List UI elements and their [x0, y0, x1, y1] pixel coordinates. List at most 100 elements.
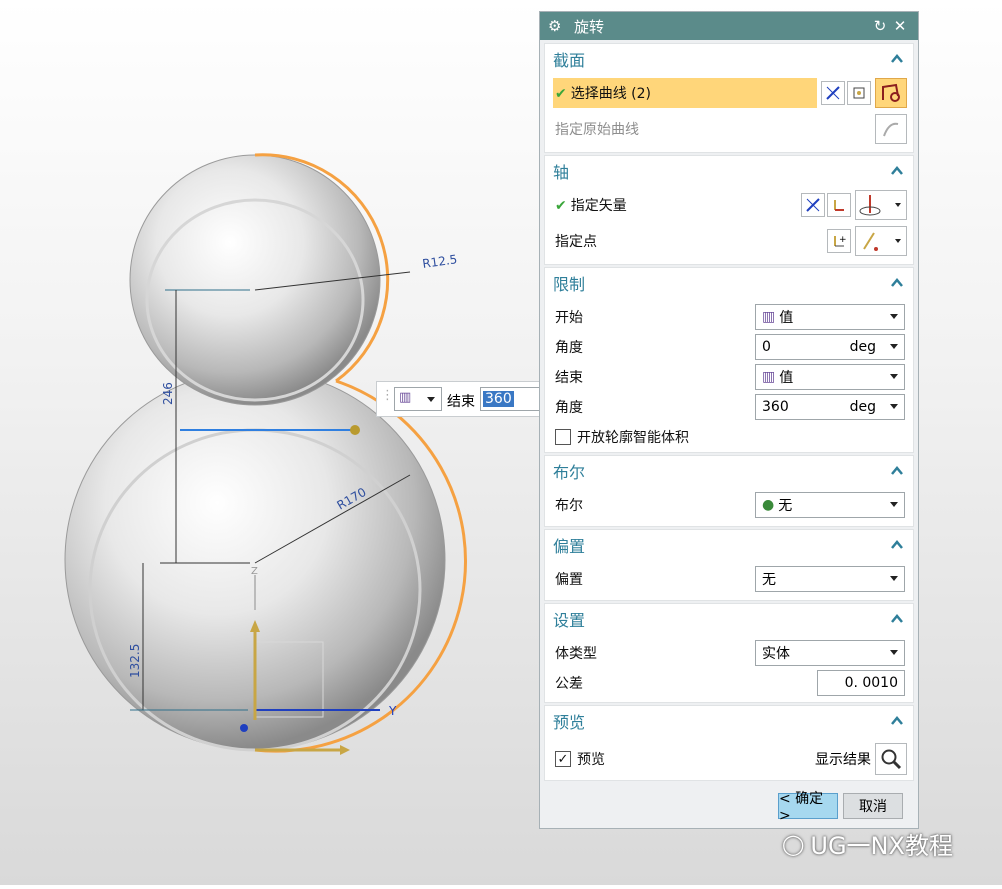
end-type-dropdown[interactable]: ▥ 值 [755, 364, 905, 390]
preview-title: 预览 [553, 713, 586, 732]
watermark-text: UG一NX教程 [810, 832, 953, 860]
body-type-label: 体类型 [555, 646, 597, 662]
origin-curve-icon[interactable] [875, 114, 907, 144]
tolerance-value: 0. 0010 [844, 675, 898, 691]
point-label: 指定点 [555, 234, 597, 250]
tolerance-label: 公差 [555, 676, 583, 692]
boolean-value: 无 [778, 498, 793, 514]
watermark: ◯ UG一NX教程 [782, 826, 953, 861]
select-curve-icon[interactable] [875, 78, 907, 108]
chevron-down-icon [890, 314, 898, 319]
y-axis-label: Y [388, 704, 397, 718]
curve-rule-icon[interactable] [821, 81, 845, 105]
select-curve-label: 选择曲线 (2) [570, 86, 652, 102]
vector-type-dropdown[interactable] [855, 190, 907, 220]
magnifier-icon [881, 749, 902, 770]
start-angle-row: 角度 0 deg [545, 332, 913, 362]
start-angle-input[interactable]: 0 deg [755, 334, 905, 360]
tolerance-input[interactable]: 0. 0010 [817, 670, 905, 696]
axis-header[interactable]: 轴 [545, 156, 913, 186]
grip-icon[interactable]: ⋮ [381, 388, 394, 403]
chevron-down-icon[interactable] [890, 344, 898, 349]
show-result-button[interactable] [875, 743, 907, 775]
preview-checkbox[interactable]: ✓ [555, 751, 571, 767]
gear-icon[interactable]: ⚙ [548, 17, 568, 35]
vector-label: 指定矢量 [570, 198, 627, 214]
select-curve-row[interactable]: ✔ 选择曲线 (2) [545, 78, 913, 108]
section-header[interactable]: 截面 [545, 44, 913, 74]
body-type-value: 实体 [762, 646, 790, 662]
end-row: 结束 ▥ 值 [545, 362, 913, 392]
reset-icon[interactable]: ↻ [870, 17, 890, 35]
axis-title: 轴 [553, 163, 570, 182]
boolean-group: 布尔 布尔 ● 无 [544, 455, 914, 527]
boolean-none-icon: ● [762, 497, 775, 513]
value-icon: ▥ [762, 369, 776, 385]
body-type-dropdown[interactable]: 实体 [755, 640, 905, 666]
open-profile-checkbox[interactable] [555, 429, 571, 445]
chevron-down-icon [890, 576, 898, 581]
chevron-up-icon[interactable] [889, 463, 905, 479]
chevron-up-icon[interactable] [889, 611, 905, 627]
dialog-titlebar: ⚙ 旋转 ↻ ✕ [540, 12, 918, 40]
end-angle-float-toolbar: ⋮ ▥ 结束 360 [376, 381, 541, 417]
vector-dialog-icon[interactable] [827, 193, 851, 217]
boolean-header[interactable]: 布尔 [545, 456, 913, 486]
offset-dropdown[interactable]: 无 [755, 566, 905, 592]
float-end-label: 结束 [447, 394, 475, 410]
point-icon [863, 232, 878, 251]
chevron-up-icon[interactable] [889, 537, 905, 553]
preview-header[interactable]: 预览 [545, 706, 913, 736]
settings-title: 设置 [553, 611, 586, 630]
dim-label-r1[interactable]: R12.5 [421, 252, 458, 271]
chevron-up-icon[interactable] [889, 163, 905, 179]
offset-header[interactable]: 偏置 [545, 530, 913, 560]
check-icon: ✔ [555, 86, 567, 102]
chevron-down-icon[interactable] [890, 404, 898, 409]
boolean-title: 布尔 [553, 463, 586, 482]
body-type-row: 体类型 实体 [545, 638, 913, 668]
open-profile-label: 开放轮廓智能体积 [577, 430, 689, 446]
chevron-down-icon [895, 203, 901, 207]
end-angle-input[interactable]: 360 deg [755, 394, 905, 420]
chevron-down-icon [427, 397, 435, 402]
limits-header[interactable]: 限制 [545, 268, 913, 298]
start-type-dropdown[interactable]: ▥ 值 [755, 304, 905, 330]
section-title: 截面 [553, 51, 586, 70]
chevron-down-icon [890, 502, 898, 507]
point-dialog-icon[interactable]: + [827, 229, 851, 253]
start-label: 开始 [555, 310, 583, 326]
end-angle-value: 360 [762, 399, 789, 415]
section-group: 截面 ✔ 选择曲线 (2) 指定原始曲线 [544, 43, 914, 153]
chevron-up-icon[interactable] [889, 51, 905, 67]
chevron-up-icon[interactable] [889, 713, 905, 729]
value-type-dropdown[interactable]: ▥ [394, 387, 442, 411]
dim-label-d2[interactable]: 132.5 [128, 644, 142, 678]
open-profile-row[interactable]: 开放轮廓智能体积 [545, 422, 913, 452]
value-icon: ▥ [762, 309, 776, 325]
float-end-input[interactable]: 360 [480, 387, 540, 411]
settings-header[interactable]: 设置 [545, 604, 913, 634]
chevron-up-icon[interactable] [889, 275, 905, 291]
preview-group: 预览 ✓ 预览 显示结果 [544, 705, 914, 781]
offset-title: 偏置 [553, 537, 586, 556]
end-angle-unit: deg [849, 399, 876, 415]
start-row: 开始 ▥ 值 [545, 302, 913, 332]
boolean-dropdown[interactable]: ● 无 [755, 492, 905, 518]
ok-button[interactable]: < 确定 > [778, 791, 838, 824]
z-axis-label: Z [251, 566, 258, 577]
cancel-button[interactable]: 取消 [843, 793, 903, 819]
end-angle-label: 角度 [555, 400, 583, 416]
offset-label: 偏置 [555, 572, 583, 588]
chevron-down-icon [895, 239, 901, 243]
sketch-section-icon[interactable] [847, 81, 871, 105]
close-icon[interactable]: ✕ [890, 17, 910, 35]
start-angle-unit: deg [849, 339, 876, 355]
dim-label-d1[interactable]: 246 [161, 382, 175, 405]
vector-select-icon[interactable] [801, 193, 825, 217]
limits-title: 限制 [553, 275, 586, 294]
limits-group: 限制 开始 ▥ 值 角度 0 deg 结束 ▥ 值 角度 360 deg 开放轮… [544, 267, 914, 453]
float-end-value: 360 [483, 391, 514, 407]
origin-curve-label: 指定原始曲线 [555, 122, 639, 138]
point-type-dropdown[interactable] [855, 226, 907, 256]
